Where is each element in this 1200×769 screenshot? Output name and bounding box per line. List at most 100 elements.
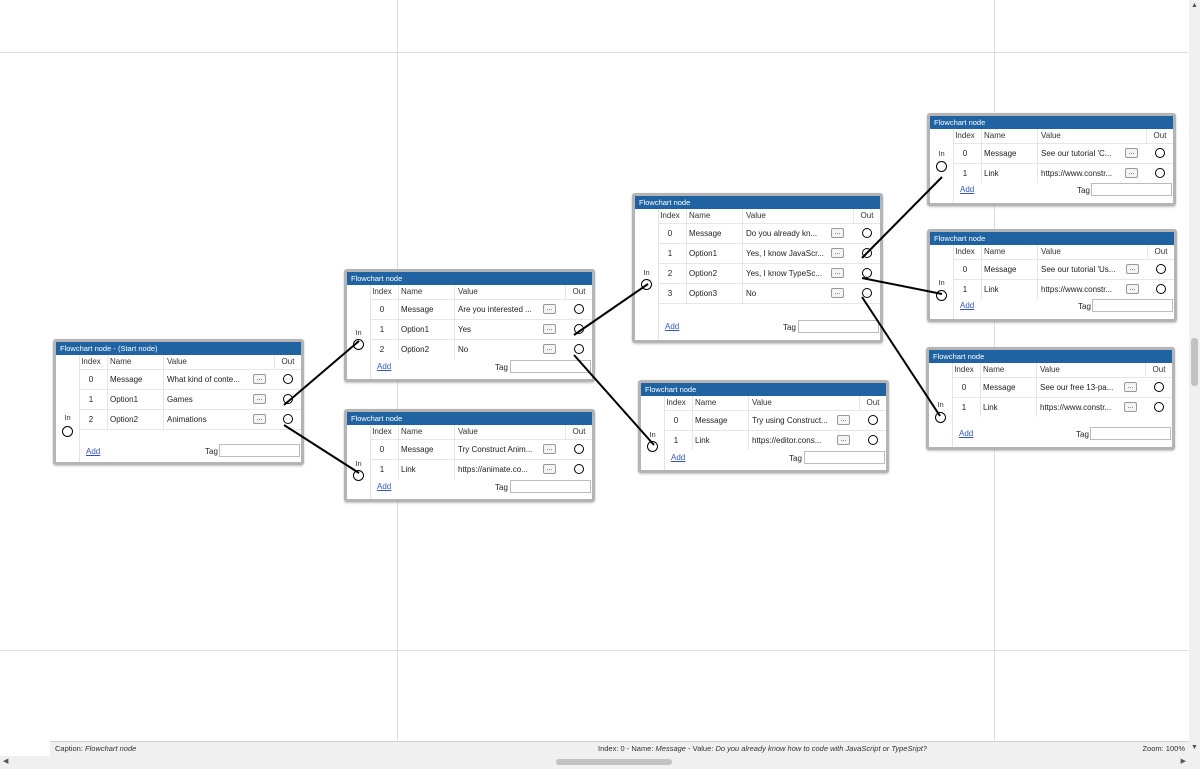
horizontal-scroll-thumb[interactable] [556, 759, 672, 765]
flowchart-node-free-13[interactable]: Flowchart node In Index Name Value Out 0… [926, 347, 1175, 450]
edit-value-button[interactable]: ... [543, 444, 556, 454]
out-port-circle-icon[interactable] [574, 444, 584, 454]
edit-value-button[interactable]: ... [1124, 382, 1137, 392]
edit-value-button[interactable]: ... [1124, 402, 1137, 412]
table-row[interactable]: 0 Message See our tutorial 'C... ... [954, 144, 1173, 164]
table-row[interactable]: 1 Option1 Yes, I know JavaScr... ... [659, 244, 880, 264]
out-port-circle-icon[interactable] [283, 374, 293, 384]
scroll-left-icon[interactable]: ◀ [3, 757, 8, 765]
table-row[interactable]: 0 Message See our free 13-pa... ... [953, 378, 1172, 398]
add-row-link[interactable]: Add [960, 185, 974, 194]
table-row[interactable]: 0 Message What kind of conte... ... [80, 370, 301, 390]
in-port-circle-icon[interactable] [641, 279, 652, 290]
tag-input[interactable] [1090, 427, 1171, 440]
flowchart-node-interest[interactable]: Flowchart node In Index Name Value Out 0… [344, 269, 595, 382]
scroll-right-icon[interactable]: ▶ [1181, 757, 1186, 765]
table-row[interactable]: 1 Link https://animate.co... ... [371, 460, 592, 479]
tag-input[interactable] [804, 451, 885, 464]
table-row[interactable]: 2 Option2 No ... [371, 340, 592, 359]
tag-input[interactable] [798, 320, 879, 333]
vertical-scroll-thumb[interactable] [1191, 338, 1198, 386]
edit-value-button[interactable]: ... [1126, 284, 1139, 294]
edit-value-button[interactable]: ... [253, 394, 266, 404]
table-row[interactable]: 1 Link https://www.constr... ... [954, 164, 1173, 183]
edit-value-button[interactable]: ... [543, 464, 556, 474]
edit-value-button[interactable]: ... [1125, 148, 1138, 158]
table-row[interactable]: 1 Link https://www.constr... ... [954, 280, 1174, 299]
out-port-circle-icon[interactable] [868, 415, 878, 425]
out-port-circle-icon[interactable] [574, 304, 584, 314]
table-row[interactable]: 0 Message Try Construct Anim... ... [371, 440, 592, 460]
add-row-link[interactable]: Add [86, 447, 100, 456]
edit-value-button[interactable]: ... [543, 304, 556, 314]
edit-value-button[interactable]: ... [253, 414, 266, 424]
flowchart-node-construct[interactable]: Flowchart node In Index Name Value Out 0… [638, 380, 889, 473]
scroll-down-icon[interactable]: ▼ [1191, 744, 1198, 751]
edit-value-button[interactable]: ... [831, 248, 844, 258]
flowchart-node-start[interactable]: Flowchart node - (Start node) In Index N… [53, 339, 304, 465]
in-port-circle-icon[interactable] [62, 426, 73, 437]
edit-value-button[interactable]: ... [1126, 264, 1139, 274]
in-port-circle-icon[interactable] [936, 161, 947, 172]
vertical-scrollbar[interactable]: ▲ ▼ [1189, 0, 1200, 769]
edit-value-button[interactable]: ... [253, 374, 266, 384]
out-port-circle-icon[interactable] [1156, 264, 1166, 274]
in-port-circle-icon[interactable] [353, 339, 364, 350]
out-port-circle-icon[interactable] [283, 394, 293, 404]
flowchart-node-tutorial-c[interactable]: Flowchart node In Index Name Value Out 0… [927, 113, 1176, 206]
table-row[interactable]: 0 Message Try using Construct... ... [665, 411, 886, 431]
tag-input[interactable] [219, 444, 300, 457]
add-row-link[interactable]: Add [377, 362, 391, 371]
table-row[interactable]: 0 Message Do you already kn... ... [659, 224, 880, 244]
add-row-link[interactable]: Add [665, 322, 679, 331]
out-port-circle-icon[interactable] [868, 435, 878, 445]
table-row[interactable]: 1 Link https://www.constr... ... [953, 398, 1172, 417]
add-row-link[interactable]: Add [959, 429, 973, 438]
zoom-level[interactable]: Zoom: 100% [1142, 742, 1185, 756]
add-row-link[interactable]: Add [960, 301, 974, 310]
flowchart-node-animate[interactable]: Flowchart node In Index Name Value Out 0… [344, 409, 595, 502]
horizontal-scrollbar[interactable]: ◀ ▶ [0, 756, 1189, 769]
in-port-circle-icon[interactable] [353, 470, 364, 481]
out-port-circle-icon[interactable] [1154, 382, 1164, 392]
in-port-circle-icon[interactable] [647, 441, 658, 452]
out-port-circle-icon[interactable] [574, 464, 584, 474]
out-port-circle-icon[interactable] [1154, 402, 1164, 412]
out-port-circle-icon[interactable] [574, 344, 584, 354]
table-row[interactable]: 1 Link https://editor.cons... ... [665, 431, 886, 450]
out-port-circle-icon[interactable] [1155, 168, 1165, 178]
tag-input[interactable] [1092, 299, 1173, 312]
tag-input[interactable] [510, 480, 591, 493]
out-port-circle-icon[interactable] [1156, 284, 1166, 294]
out-port-circle-icon[interactable] [283, 414, 293, 424]
table-row[interactable]: 0 Message Are you interested ... ... [371, 300, 592, 320]
add-row-link[interactable]: Add [377, 482, 391, 491]
table-row[interactable]: 3 Option3 No ... [659, 284, 880, 304]
edit-value-button[interactable]: ... [543, 344, 556, 354]
in-port-circle-icon[interactable] [936, 290, 947, 301]
out-port-circle-icon[interactable] [1155, 148, 1165, 158]
edit-value-button[interactable]: ... [543, 324, 556, 334]
out-port-circle-icon[interactable] [862, 288, 872, 298]
flowchart-node-knowcode[interactable]: Flowchart node In Index Name Value Out 0… [632, 193, 883, 343]
tag-input[interactable] [510, 360, 591, 373]
table-row[interactable]: 0 Message See our tutorial 'Us... ... [954, 260, 1174, 280]
out-port-circle-icon[interactable] [574, 324, 584, 334]
flowchart-node-tutorial-us[interactable]: Flowchart node In Index Name Value Out 0… [927, 229, 1177, 322]
scroll-up-icon[interactable]: ▲ [1191, 2, 1198, 9]
edit-value-button[interactable]: ... [831, 268, 844, 278]
flowchart-canvas[interactable]: Flowchart node - (Start node) In Index N… [0, 0, 1189, 741]
edit-value-button[interactable]: ... [837, 435, 850, 445]
table-row[interactable]: 2 Option2 Animations ... [80, 410, 301, 430]
in-port-circle-icon[interactable] [935, 412, 946, 423]
table-row[interactable]: 1 Option1 Games ... [80, 390, 301, 410]
out-port-circle-icon[interactable] [862, 248, 872, 258]
tag-input[interactable] [1091, 183, 1172, 196]
out-port-circle-icon[interactable] [862, 228, 872, 238]
add-row-link[interactable]: Add [671, 453, 685, 462]
edit-value-button[interactable]: ... [1125, 168, 1138, 178]
edit-value-button[interactable]: ... [837, 415, 850, 425]
table-row[interactable]: 2 Option2 Yes, I know TypeSc... ... [659, 264, 880, 284]
edit-value-button[interactable]: ... [831, 288, 844, 298]
out-port-circle-icon[interactable] [862, 268, 872, 278]
